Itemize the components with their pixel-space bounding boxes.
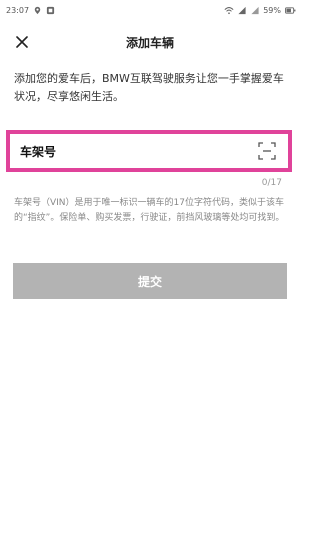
signal-icon xyxy=(237,6,246,15)
submit-button[interactable]: 提交 xyxy=(13,263,287,299)
notification-icon xyxy=(46,6,55,15)
scan-icon xyxy=(258,142,276,160)
vin-input[interactable] xyxy=(64,137,248,165)
wifi-icon xyxy=(224,6,234,15)
vin-label: 车架号 xyxy=(20,144,57,159)
scan-button[interactable] xyxy=(256,140,278,162)
intro-text: 添加您的爱车后，BMW互联驾驶服务让您一手掌握爱车状况，尽享悠闲生活。 xyxy=(14,72,284,103)
location-icon xyxy=(33,6,42,15)
vin-field[interactable]: 车架号 xyxy=(6,130,292,172)
battery-icon xyxy=(285,6,296,15)
header: 添加车辆 xyxy=(0,22,300,62)
battery-percent: 59% xyxy=(263,5,281,15)
add-vehicle-screen: 23:07 59% 添加车辆 添加您的爱车后，BMW互联驾驶服务让您一手掌握爱车… xyxy=(0,0,300,533)
status-left: 23:07 xyxy=(6,6,55,15)
page-title: 添加车辆 xyxy=(125,35,174,50)
signal-icon-2 xyxy=(250,6,259,15)
status-right: 59% xyxy=(224,5,296,15)
close-icon xyxy=(16,36,28,48)
vin-char-counter: 0/17 xyxy=(261,178,282,188)
status-bar: 23:07 59% xyxy=(0,0,300,20)
close-button[interactable] xyxy=(12,32,32,52)
status-time: 23:07 xyxy=(6,5,30,15)
vin-help-text: 车架号（VIN）是用于唯一标识一辆车的17位字符代码，类似于该车的“指纹”。保险… xyxy=(14,198,285,223)
